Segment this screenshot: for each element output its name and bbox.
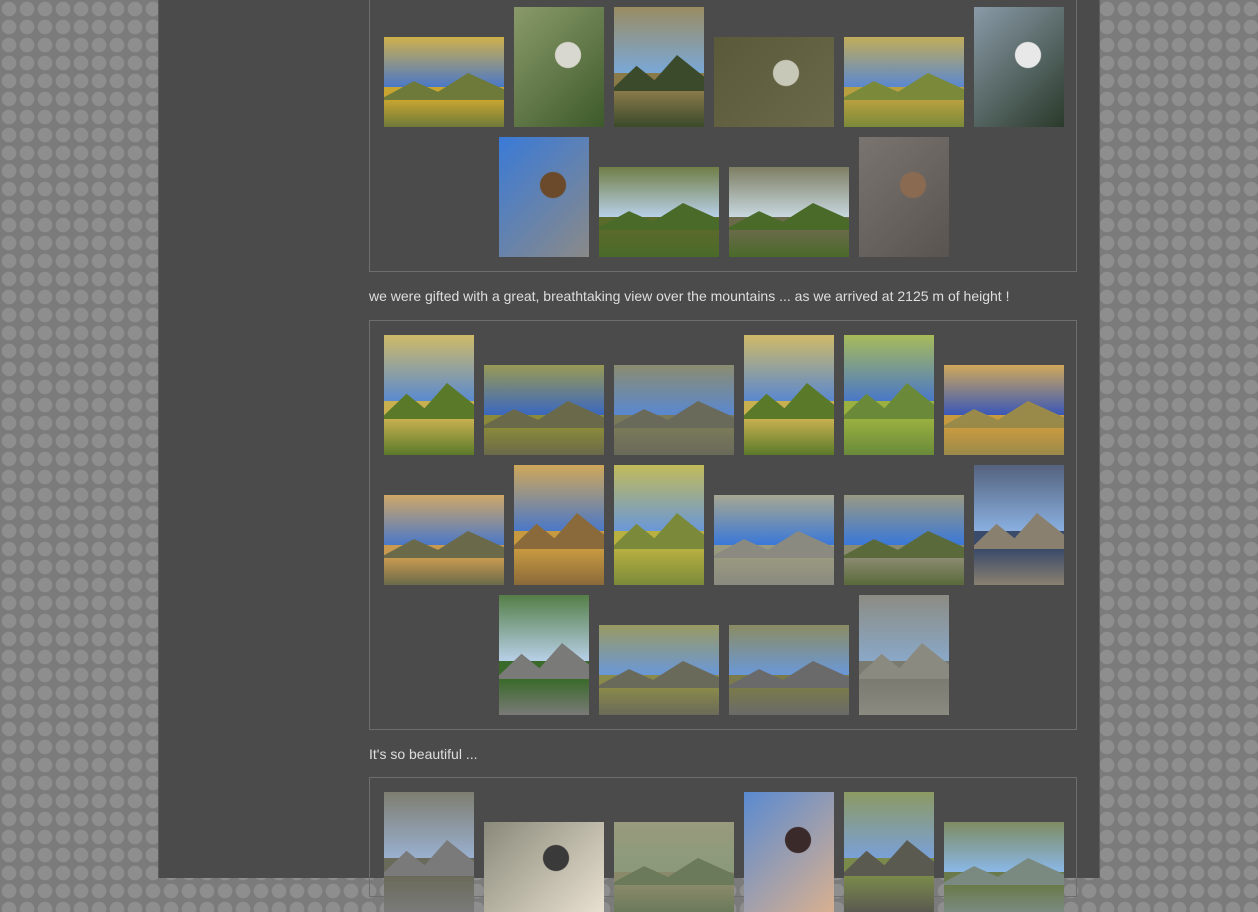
photo-thumbnail[interactable] (974, 7, 1064, 127)
photo-thumbnail[interactable] (844, 792, 934, 912)
photo-thumbnail[interactable] (614, 465, 704, 585)
photo-thumbnail[interactable] (729, 625, 849, 715)
photo-thumbnail[interactable] (714, 37, 834, 127)
photo-gallery-2 (369, 320, 1077, 730)
photo-thumbnail[interactable] (499, 595, 589, 715)
photo-thumbnail[interactable] (514, 7, 604, 127)
photo-thumbnail[interactable] (859, 137, 949, 257)
photo-thumbnail[interactable] (384, 335, 474, 455)
photo-thumbnail[interactable] (859, 595, 949, 715)
caption-so-beautiful: It's so beautiful ... (369, 746, 478, 762)
photo-thumbnail[interactable] (944, 822, 1064, 912)
photo-thumbnail[interactable] (614, 822, 734, 912)
photo-thumbnail[interactable] (484, 822, 604, 912)
photo-thumbnail[interactable] (599, 625, 719, 715)
photo-thumbnail[interactable] (384, 495, 504, 585)
caption-view-mountains: we were gifted with a great, breathtakin… (369, 288, 1010, 304)
photo-thumbnail[interactable] (484, 365, 604, 455)
photo-thumbnail[interactable] (744, 792, 834, 912)
photo-thumbnail[interactable] (599, 167, 719, 257)
photo-thumbnail[interactable] (844, 335, 934, 455)
photo-thumbnail[interactable] (384, 792, 474, 912)
photo-thumbnail[interactable] (844, 37, 964, 127)
photo-thumbnail[interactable] (384, 37, 504, 127)
photo-thumbnail[interactable] (514, 465, 604, 585)
photo-thumbnail[interactable] (974, 465, 1064, 585)
photo-thumbnail[interactable] (744, 335, 834, 455)
photo-thumbnail[interactable] (614, 365, 734, 455)
photo-thumbnail[interactable] (729, 167, 849, 257)
photo-thumbnail[interactable] (499, 137, 589, 257)
photo-thumbnail[interactable] (844, 495, 964, 585)
photo-thumbnail[interactable] (714, 495, 834, 585)
photo-gallery-3 (369, 777, 1077, 912)
photo-gallery-1 (369, 0, 1077, 272)
photo-thumbnail[interactable] (944, 365, 1064, 455)
page-content: we were gifted with a great, breathtakin… (158, 0, 1100, 912)
photo-thumbnail[interactable] (614, 7, 704, 127)
